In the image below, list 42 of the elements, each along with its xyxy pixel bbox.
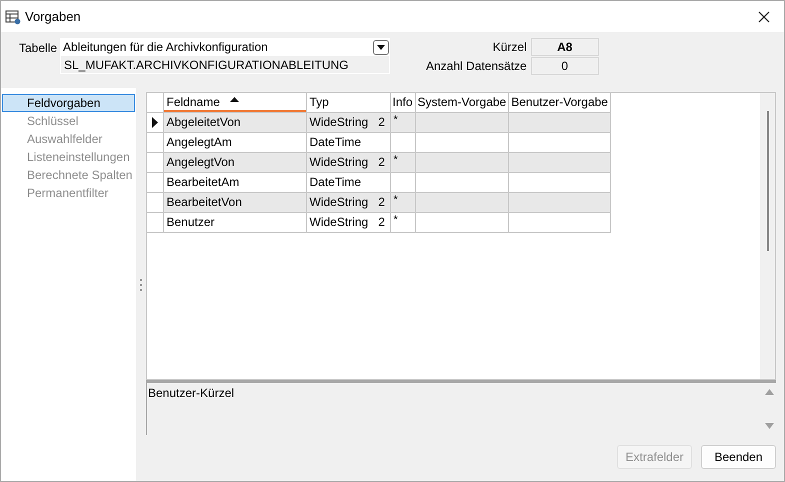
field-label: Kürzel: [492, 39, 528, 56]
table-cell: DateTime: [306, 132, 390, 152]
window-title: Vorgaben: [25, 9, 81, 24]
description-text: Benutzer-Kürzel: [147, 385, 236, 402]
row-header[interactable]: [147, 112, 163, 132]
table-cell: WideString 2: [306, 112, 390, 132]
table-cell: AbgeleitetVon: [163, 112, 306, 132]
tabelle-label: Tabelle: [19, 40, 56, 57]
table-cell: AngelegtVon: [163, 152, 306, 172]
caret-icon: [377, 44, 385, 50]
sort-arrow-icon: [230, 97, 239, 102]
scroll-down-icon[interactable]: [765, 423, 774, 429]
table-cell: WideString 2: [306, 212, 390, 232]
table-cell: WideString 2: [306, 152, 390, 172]
table-cell: *: [390, 212, 416, 232]
close-icon[interactable]: [758, 10, 770, 22]
column-header[interactable]: System-Vorgabe: [415, 93, 509, 112]
dropdown-button[interactable]: [373, 40, 389, 54]
column-header[interactable]: Typ: [306, 93, 390, 112]
dialog-button[interactable]: Beenden: [701, 445, 776, 469]
column-header[interactable]: Info: [390, 93, 416, 112]
table-cell: Benutzer: [163, 212, 306, 232]
sidebar-item[interactable]: Feldvorgaben: [2, 94, 135, 112]
table-cell: DateTime: [306, 172, 390, 192]
table-settings-icon: [5, 8, 21, 24]
value-field: 0: [530, 57, 599, 75]
table-cell: BearbeitetAm: [163, 172, 306, 192]
table-cell: AngelegtAm: [163, 132, 306, 152]
table-cell: BearbeitetVon: [163, 192, 306, 212]
table-cell: *: [390, 152, 416, 172]
internal-name-field: SL_MUFAKT.ARCHIVKONFIGURATIONABLEITUNG: [60, 56, 390, 74]
table-dropdown[interactable]: Ableitungen für die Archivkonfiguration: [60, 38, 390, 56]
column-header[interactable]: Benutzer-Vorgabe: [508, 93, 610, 112]
table-cell: WideString 2: [306, 192, 390, 212]
scrollbar-thumb[interactable]: [766, 111, 768, 251]
table-cell: *: [390, 192, 416, 212]
column-header[interactable]: Feldname: [163, 93, 306, 112]
row-pointer-icon: [152, 117, 158, 128]
field-label: Anzahl Datensätze: [426, 58, 528, 75]
table-cell: *: [390, 112, 416, 132]
value-field: A8: [530, 38, 599, 56]
scroll-up-icon[interactable]: [765, 389, 774, 395]
